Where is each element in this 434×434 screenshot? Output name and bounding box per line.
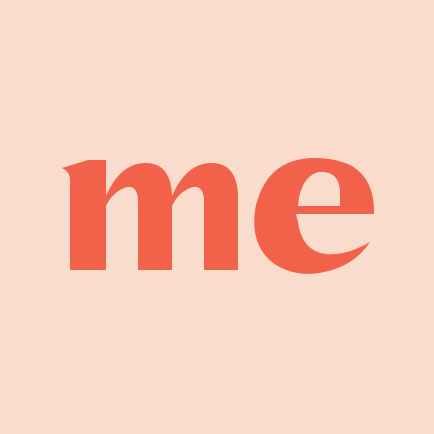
me-wordmark-logo: me [62,158,375,274]
app-icon: me [0,0,434,434]
logo-letter-e [254,158,375,274]
logo-letter-m [62,160,238,270]
